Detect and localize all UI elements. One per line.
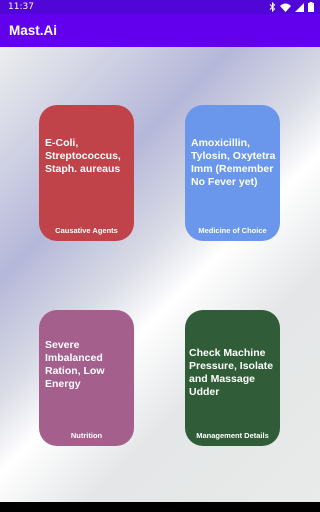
wifi-icon	[280, 3, 291, 12]
status-bar: 11:37	[0, 0, 320, 14]
app-title: Mast.Ai	[9, 23, 58, 38]
card-text: E-Coli, Streptococcus, Staph. aureaus	[45, 137, 121, 175]
card-management-details[interactable]: Check Machine Pressure, Isolate and Mass…	[185, 310, 280, 446]
card-caption: Nutrition	[70, 431, 103, 440]
navigation-bar	[0, 502, 320, 512]
card-text: Check Machine Pressure, Isolate and Mass…	[189, 347, 274, 398]
status-icons	[269, 0, 314, 14]
card-caption: Causative Agents	[55, 226, 118, 235]
signal-icon	[295, 2, 304, 12]
bluetooth-icon	[269, 2, 276, 12]
battery-icon	[308, 2, 314, 12]
card-text: Severe Imbalanced Ration, Low Energy	[45, 339, 105, 390]
app-bar: Mast.Ai	[0, 14, 320, 47]
card-nutrition[interactable]: Severe Imbalanced Ration, Low Energy Nut…	[39, 310, 134, 446]
card-causative-agents[interactable]: E-Coli, Streptococcus, Staph. aureaus Ca…	[39, 105, 134, 241]
card-caption: Medicine of Choice	[198, 226, 267, 235]
card-medicine-of-choice[interactable]: Amoxicillin, Tylosin, Oxytetra Imm (Reme…	[185, 105, 280, 241]
card-caption: Management Details	[196, 431, 269, 440]
status-time: 11:37	[8, 2, 34, 12]
card-text: Amoxicillin, Tylosin, Oxytetra Imm (Reme…	[191, 137, 276, 188]
